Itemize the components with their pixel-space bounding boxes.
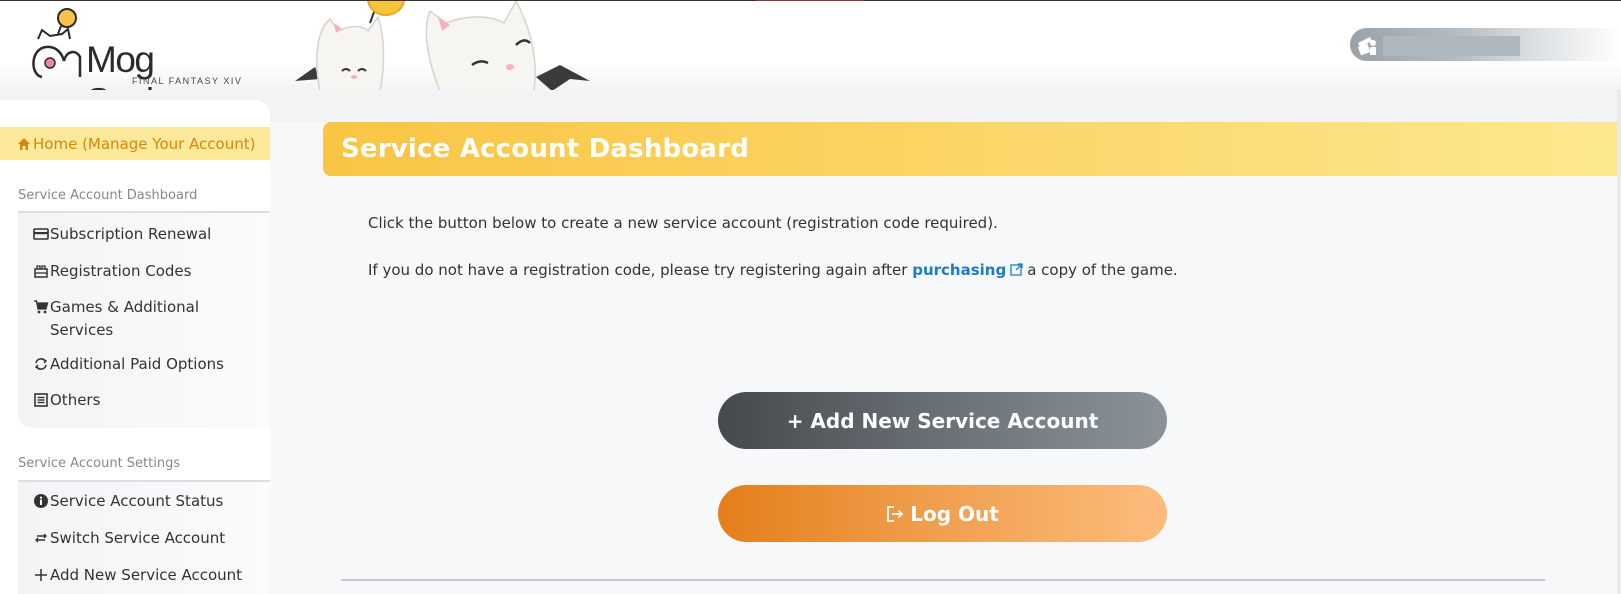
sidebar-item-label: Add New Service Account bbox=[50, 566, 243, 584]
add-new-service-account-button[interactable]: + Add New Service Account bbox=[718, 392, 1167, 449]
gift-code-icon bbox=[34, 265, 48, 278]
content-divider bbox=[341, 579, 1545, 581]
sidebar-item-label: Additional Paid Options bbox=[50, 355, 224, 373]
sidebar-item-home[interactable]: Home (Manage Your Account) bbox=[0, 127, 270, 160]
sidebar-item-others[interactable]: Others bbox=[33, 389, 100, 412]
service-account-icon bbox=[1357, 37, 1376, 56]
sidebar-item-label: Switch Service Account bbox=[50, 529, 226, 547]
user-name-redacted bbox=[1383, 36, 1520, 56]
sidebar-item-add-new-service-account[interactable]: Add New Service Account bbox=[33, 564, 242, 587]
section-title-dashboard: Service Account Dashboard bbox=[18, 188, 198, 203]
sidebar-item-service-account-status[interactable]: Service Account Status bbox=[33, 490, 223, 513]
page-scrollbar[interactable] bbox=[1617, 90, 1621, 594]
sidebar-item-subscription-renewal[interactable]: Subscription Renewal bbox=[33, 223, 211, 246]
switch-arrows-icon bbox=[35, 533, 47, 543]
sidebar-item-label: Registration Codes bbox=[50, 262, 192, 280]
add-button-label: + Add New Service Account bbox=[786, 408, 1099, 433]
sidebar-item-switch-service-account[interactable]: Switch Service Account bbox=[33, 527, 225, 550]
registration-hint-text: If you do not have a registration code, … bbox=[368, 261, 1178, 279]
hint-text-before: If you do not have a registration code, … bbox=[368, 261, 908, 279]
logout-icon bbox=[887, 505, 904, 522]
sidebar-item-label: Games & Additional Services bbox=[50, 298, 200, 339]
plus-icon bbox=[35, 569, 47, 581]
sidebar-item-label: Others bbox=[50, 391, 101, 409]
credit-card-icon bbox=[33, 228, 49, 240]
list-icon bbox=[34, 393, 48, 407]
sidebar: Home (Manage Your Account) Service Accou… bbox=[0, 100, 270, 594]
sidebar-item-label: Home (Manage Your Account) bbox=[33, 134, 256, 153]
cart-icon bbox=[34, 300, 49, 314]
logout-button-label: Log Out bbox=[910, 501, 999, 526]
sidebar-item-additional-paid-options[interactable]: Additional Paid Options bbox=[33, 353, 224, 376]
log-out-button[interactable]: Log Out bbox=[718, 485, 1167, 542]
site-header: Mog Station FINAL FANTASY XIV bbox=[0, 1, 1621, 122]
refresh-icon bbox=[34, 358, 48, 370]
mog-station-logo[interactable]: Mog Station FINAL FANTASY XIV bbox=[28, 5, 248, 122]
info-icon bbox=[34, 494, 48, 508]
sidebar-item-registration-codes[interactable]: Registration Codes bbox=[33, 260, 191, 283]
sidebar-item-label: Subscription Renewal bbox=[50, 225, 212, 243]
logo-subtext: FINAL FANTASY XIV bbox=[132, 76, 243, 86]
moogle-logo-icon bbox=[32, 8, 82, 79]
instruction-text: Click the button below to create a new s… bbox=[368, 214, 998, 232]
page-title: Service Account Dashboard bbox=[341, 134, 750, 164]
home-icon bbox=[18, 137, 30, 150]
hint-text-after: a copy of the game. bbox=[1027, 261, 1178, 279]
sidebar-item-games-services[interactable]: Games & Additional Services bbox=[33, 296, 233, 342]
external-link-icon[interactable] bbox=[1010, 263, 1023, 276]
section-title-settings: Service Account Settings bbox=[18, 456, 181, 471]
purchasing-link[interactable]: purchasing bbox=[912, 261, 1006, 279]
sidebar-item-label: Service Account Status bbox=[50, 492, 224, 510]
moogle-mascots-illustration bbox=[295, 1, 590, 91]
page-title-banner: Service Account Dashboard bbox=[323, 122, 1621, 176]
user-account-pill[interactable] bbox=[1350, 28, 1621, 61]
